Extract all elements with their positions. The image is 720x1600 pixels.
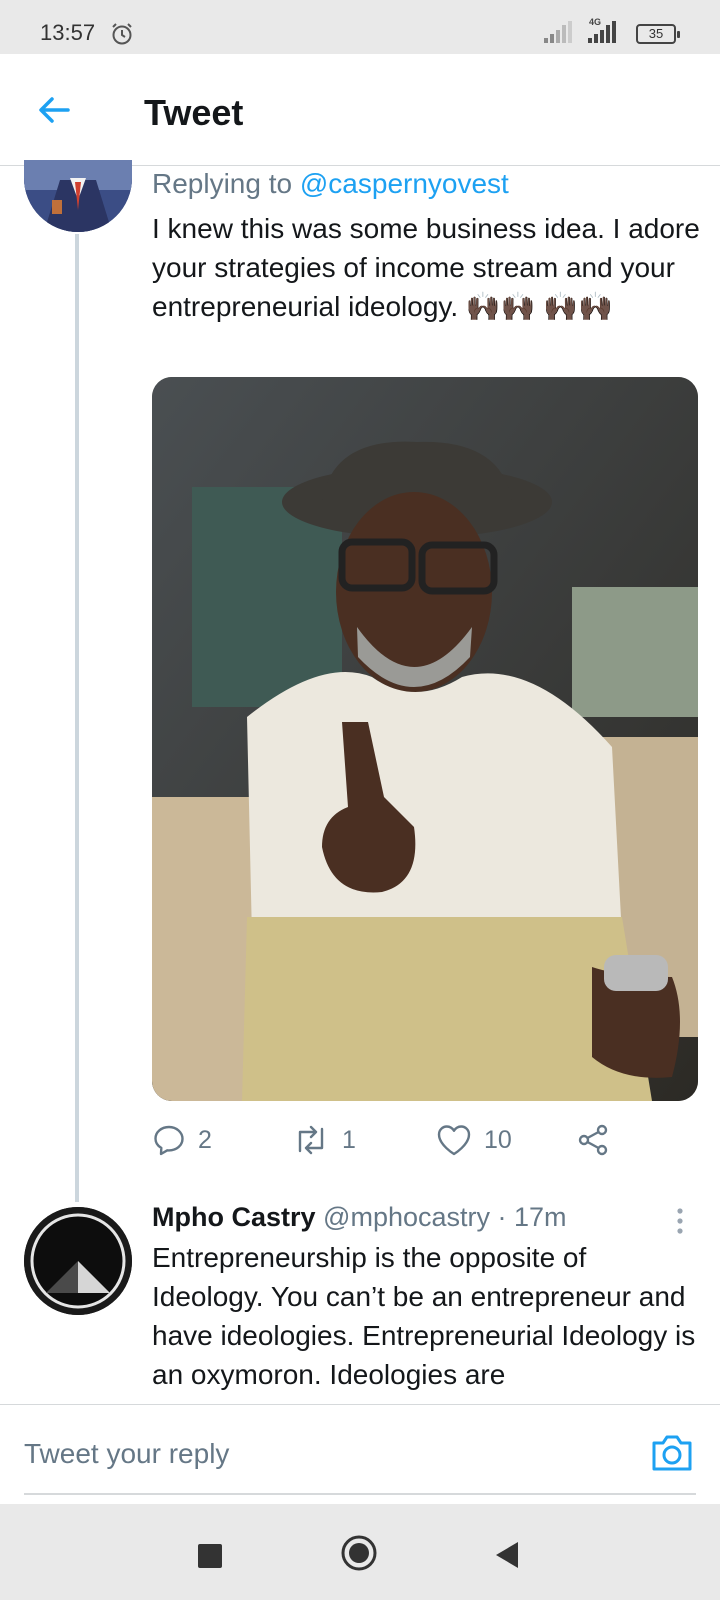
- like-count: 10: [484, 1125, 512, 1154]
- thread-line: [75, 234, 79, 1202]
- retweet-icon: [298, 1125, 324, 1155]
- share-button[interactable]: [576, 1120, 610, 1160]
- reply-count: 2: [198, 1125, 212, 1154]
- author-handle[interactable]: @mphocastry: [323, 1202, 490, 1232]
- avatar[interactable]: [24, 160, 132, 232]
- reply-composer: [0, 1404, 720, 1504]
- tweet-header: Mpho Castry @mphocastry · 17m: [152, 1202, 567, 1233]
- replying-to: Replying to @caspernyovest: [152, 168, 509, 200]
- 4g-signal-icon: [588, 21, 616, 43]
- retweet-count: 1: [342, 1125, 356, 1154]
- reply-button[interactable]: 2: [152, 1120, 212, 1160]
- like-button[interactable]: 10: [436, 1120, 512, 1160]
- avatar[interactable]: [24, 1207, 132, 1315]
- recents-square-icon[interactable]: [198, 1544, 222, 1568]
- tweet-text: Entrepreneurship is the opposite of Ideo…: [152, 1242, 696, 1390]
- signal-icon: [544, 21, 572, 43]
- video-thumbnail[interactable]: [152, 377, 698, 1101]
- system-nav-bar: [0, 1504, 720, 1600]
- home-circle-icon[interactable]: [340, 1534, 378, 1572]
- author-name[interactable]: Mpho Castry: [152, 1202, 316, 1232]
- retweet-button[interactable]: 1: [292, 1120, 356, 1160]
- replying-to-prefix: Replying to: [152, 168, 300, 199]
- more-options-icon[interactable]: [670, 1206, 690, 1236]
- divider: [24, 1493, 696, 1495]
- replying-to-handle-link[interactable]: @caspernyovest: [300, 168, 509, 199]
- page-title: Tweet: [144, 92, 244, 133]
- tweet-text: I knew this was some business idea. I ad…: [152, 213, 700, 322]
- arrow-left-icon[interactable]: [34, 90, 74, 130]
- status-bar: 13:57 4G 35: [0, 0, 720, 54]
- tweet-time: 17m: [514, 1202, 567, 1232]
- tweet-actions: 2 1 10: [152, 1120, 698, 1160]
- reply-icon: [154, 1125, 184, 1156]
- share-icon: [578, 1124, 608, 1156]
- camera-icon[interactable]: [650, 1433, 694, 1473]
- status-time: 13:57: [40, 20, 96, 45]
- top-app-bar: Tweet: [0, 54, 720, 166]
- alarm-icon: [112, 23, 132, 45]
- header-separator: ·: [490, 1202, 515, 1232]
- back-triangle-icon[interactable]: [494, 1540, 520, 1570]
- heart-icon: [437, 1125, 471, 1156]
- battery-icon: 35: [636, 24, 680, 44]
- reply-input[interactable]: [24, 1431, 604, 1477]
